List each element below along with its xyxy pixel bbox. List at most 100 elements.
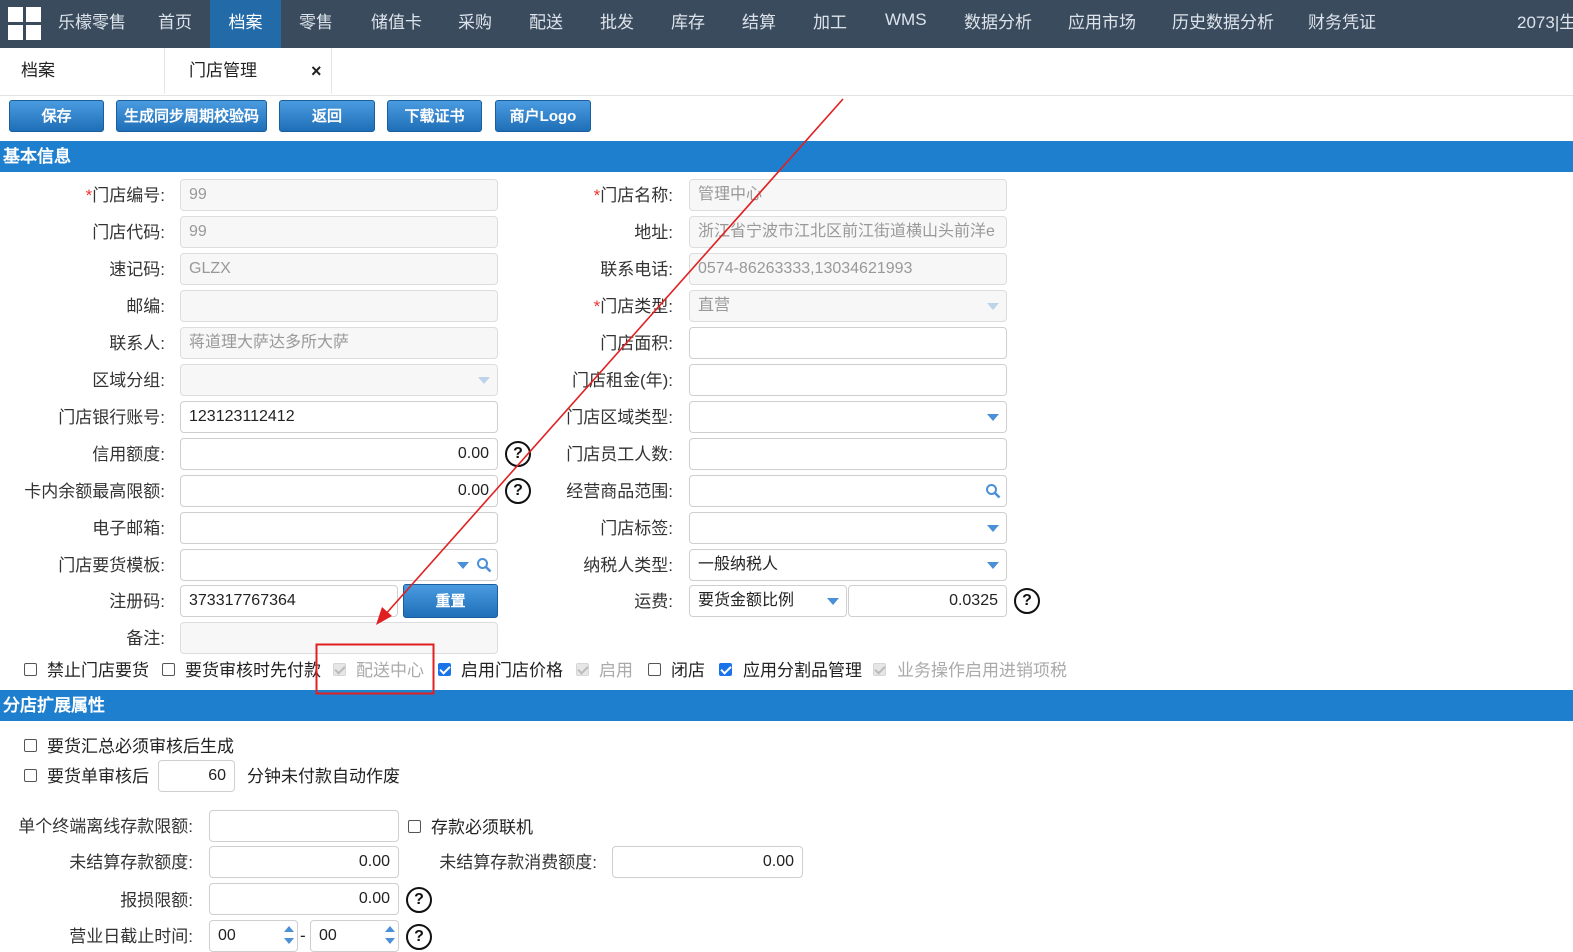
nav-item-inventory[interactable]: 库存	[671, 0, 705, 48]
store-name-input[interactable]: 管理中心	[689, 179, 1007, 211]
address-label: 地址:	[634, 223, 673, 242]
address-input[interactable]: 浙江省宁波市江北区前江街道横山头前洋e	[689, 216, 1007, 248]
offline-limit-input[interactable]	[209, 810, 399, 842]
nav-item-wms[interactable]: WMS	[885, 0, 927, 48]
checkbox-label: 闭店	[671, 661, 705, 680]
order-minutes-suffix: 分钟未付款自动作废	[247, 767, 400, 786]
checkbox-split-management[interactable]	[719, 663, 732, 676]
chevron-down-icon	[987, 562, 999, 569]
email-input[interactable]	[180, 512, 498, 544]
store-name-label: *门店名称:	[593, 186, 673, 205]
download-cert-button[interactable]: 下载证书	[387, 100, 482, 132]
store-type-label: *门店类型:	[593, 297, 673, 316]
spin-down-icon[interactable]	[284, 938, 294, 944]
scope-input[interactable]	[689, 475, 1007, 507]
search-icon[interactable]	[985, 483, 1001, 499]
checkbox-summary-audit[interactable]	[24, 739, 37, 752]
help-icon[interactable]: ?	[505, 441, 531, 467]
store-code-label: 门店代码:	[92, 223, 165, 242]
rent-input[interactable]	[689, 364, 1007, 396]
spin-up-icon[interactable]	[284, 926, 294, 932]
region-type-select[interactable]	[689, 401, 1007, 433]
nav-item-processing[interactable]: 加工	[813, 0, 847, 48]
close-icon[interactable]: ×	[311, 48, 322, 94]
chevron-down-icon	[987, 414, 999, 421]
order-template-select[interactable]	[180, 549, 498, 581]
nav-item-home[interactable]: 首页	[158, 0, 192, 48]
nav-item-archive[interactable]: 档案	[210, 0, 281, 48]
nav-item-retail[interactable]: 零售	[299, 0, 333, 48]
checkbox-distribution-center[interactable]	[333, 663, 346, 676]
checkbox-closed[interactable]	[648, 663, 661, 676]
phone-input[interactable]: 0574-86263333,13034621993	[689, 253, 1007, 285]
nav-item-delivery[interactable]: 配送	[529, 0, 563, 48]
bank-account-label: 门店银行账号:	[58, 408, 165, 427]
reg-code-input[interactable]: 373317767364	[180, 585, 398, 617]
nav-item-history-analysis[interactable]: 历史数据分析	[1172, 0, 1274, 48]
order-minutes-input[interactable]: 60	[158, 760, 235, 792]
taxpayer-select[interactable]: 一般纳税人	[689, 549, 1007, 581]
card-max-input[interactable]: 0.00	[180, 475, 498, 507]
nav-item-stored-card[interactable]: 储值卡	[371, 0, 422, 48]
checkbox-enabled[interactable]	[576, 663, 589, 676]
back-button[interactable]: 返回	[279, 100, 375, 132]
store-no-input[interactable]: 99	[180, 179, 498, 211]
tags-select[interactable]	[689, 512, 1007, 544]
cutoff-separator: -	[300, 926, 306, 945]
help-icon[interactable]: ?	[505, 478, 531, 504]
tab-store-management[interactable]: 门店管理 ×	[164, 48, 332, 94]
contact-label: 联系人:	[109, 334, 165, 353]
unsettled-consume-input[interactable]: 0.00	[612, 846, 803, 878]
generate-code-button[interactable]: 生成同步周期校验码	[116, 100, 267, 132]
loss-limit-label: 报损限额:	[120, 891, 193, 910]
checkbox-label: 要货单审核后	[47, 767, 149, 786]
checkbox-ban-order[interactable]	[24, 663, 37, 676]
nav-item-purchase[interactable]: 采购	[458, 0, 492, 48]
checkbox-deposit-online[interactable]	[408, 820, 421, 833]
cutoff-hour-spinner[interactable]: 00	[209, 920, 298, 952]
nav-item-data-analysis[interactable]: 数据分析	[964, 0, 1032, 48]
save-button[interactable]: 保存	[9, 100, 104, 132]
zip-input[interactable]	[180, 290, 498, 322]
mnemonic-input[interactable]: GLZX	[180, 253, 498, 285]
contact-input[interactable]: 蒋道理大萨达多所大萨	[180, 327, 498, 359]
region-group-select[interactable]	[180, 364, 498, 396]
checkbox-pay-first[interactable]	[162, 663, 175, 676]
store-type-select[interactable]: 直营	[689, 290, 1007, 322]
bank-account-input[interactable]: 123123112412	[180, 401, 498, 433]
help-icon[interactable]: ?	[406, 887, 432, 913]
taxpayer-label: 纳税人类型:	[583, 556, 673, 575]
credit-input[interactable]: 0.00	[180, 438, 498, 470]
store-code-input[interactable]: 99	[180, 216, 498, 248]
nav-item-wholesale[interactable]: 批发	[600, 0, 634, 48]
search-icon[interactable]	[476, 557, 492, 573]
checkbox-label: 要货审核时先付款	[185, 661, 321, 680]
freight-mode-select[interactable]: 要货金额比例	[689, 585, 847, 617]
freight-value-input[interactable]: 0.0325	[848, 585, 1007, 617]
loss-limit-input[interactable]: 0.00	[209, 883, 399, 915]
help-icon[interactable]: ?	[406, 924, 432, 950]
phone-label: 联系电话:	[600, 260, 673, 279]
cutoff-minute-spinner[interactable]: 00	[310, 920, 399, 952]
reset-button[interactable]: 重置	[403, 584, 498, 618]
spin-down-icon[interactable]	[385, 938, 395, 944]
nav-item-finance-voucher[interactable]: 财务凭证	[1308, 0, 1376, 48]
rent-label: 门店租金(年):	[571, 371, 673, 390]
nav-item-settlement[interactable]: 结算	[742, 0, 776, 48]
merchant-logo-button[interactable]: 商户Logo	[495, 100, 591, 132]
area-input[interactable]	[689, 327, 1007, 359]
checkbox-order-autocancel[interactable]	[24, 769, 37, 782]
checkbox-label: 配送中心	[356, 661, 424, 680]
staff-input[interactable]	[689, 438, 1007, 470]
checkbox-input-output-tax[interactable]	[873, 663, 886, 676]
unsettled-label: 未结算存款额度:	[69, 853, 193, 872]
checkbox-store-price[interactable]	[438, 663, 451, 676]
app-grid-icon[interactable]	[8, 7, 42, 41]
tab-archive[interactable]: 档案	[21, 48, 55, 94]
remark-input[interactable]	[180, 622, 498, 654]
user-info[interactable]: 2073|生	[1517, 0, 1573, 48]
help-icon[interactable]: ?	[1014, 588, 1040, 614]
unsettled-input[interactable]: 0.00	[209, 846, 399, 878]
spin-up-icon[interactable]	[385, 926, 395, 932]
nav-item-app-market[interactable]: 应用市场	[1068, 0, 1136, 48]
